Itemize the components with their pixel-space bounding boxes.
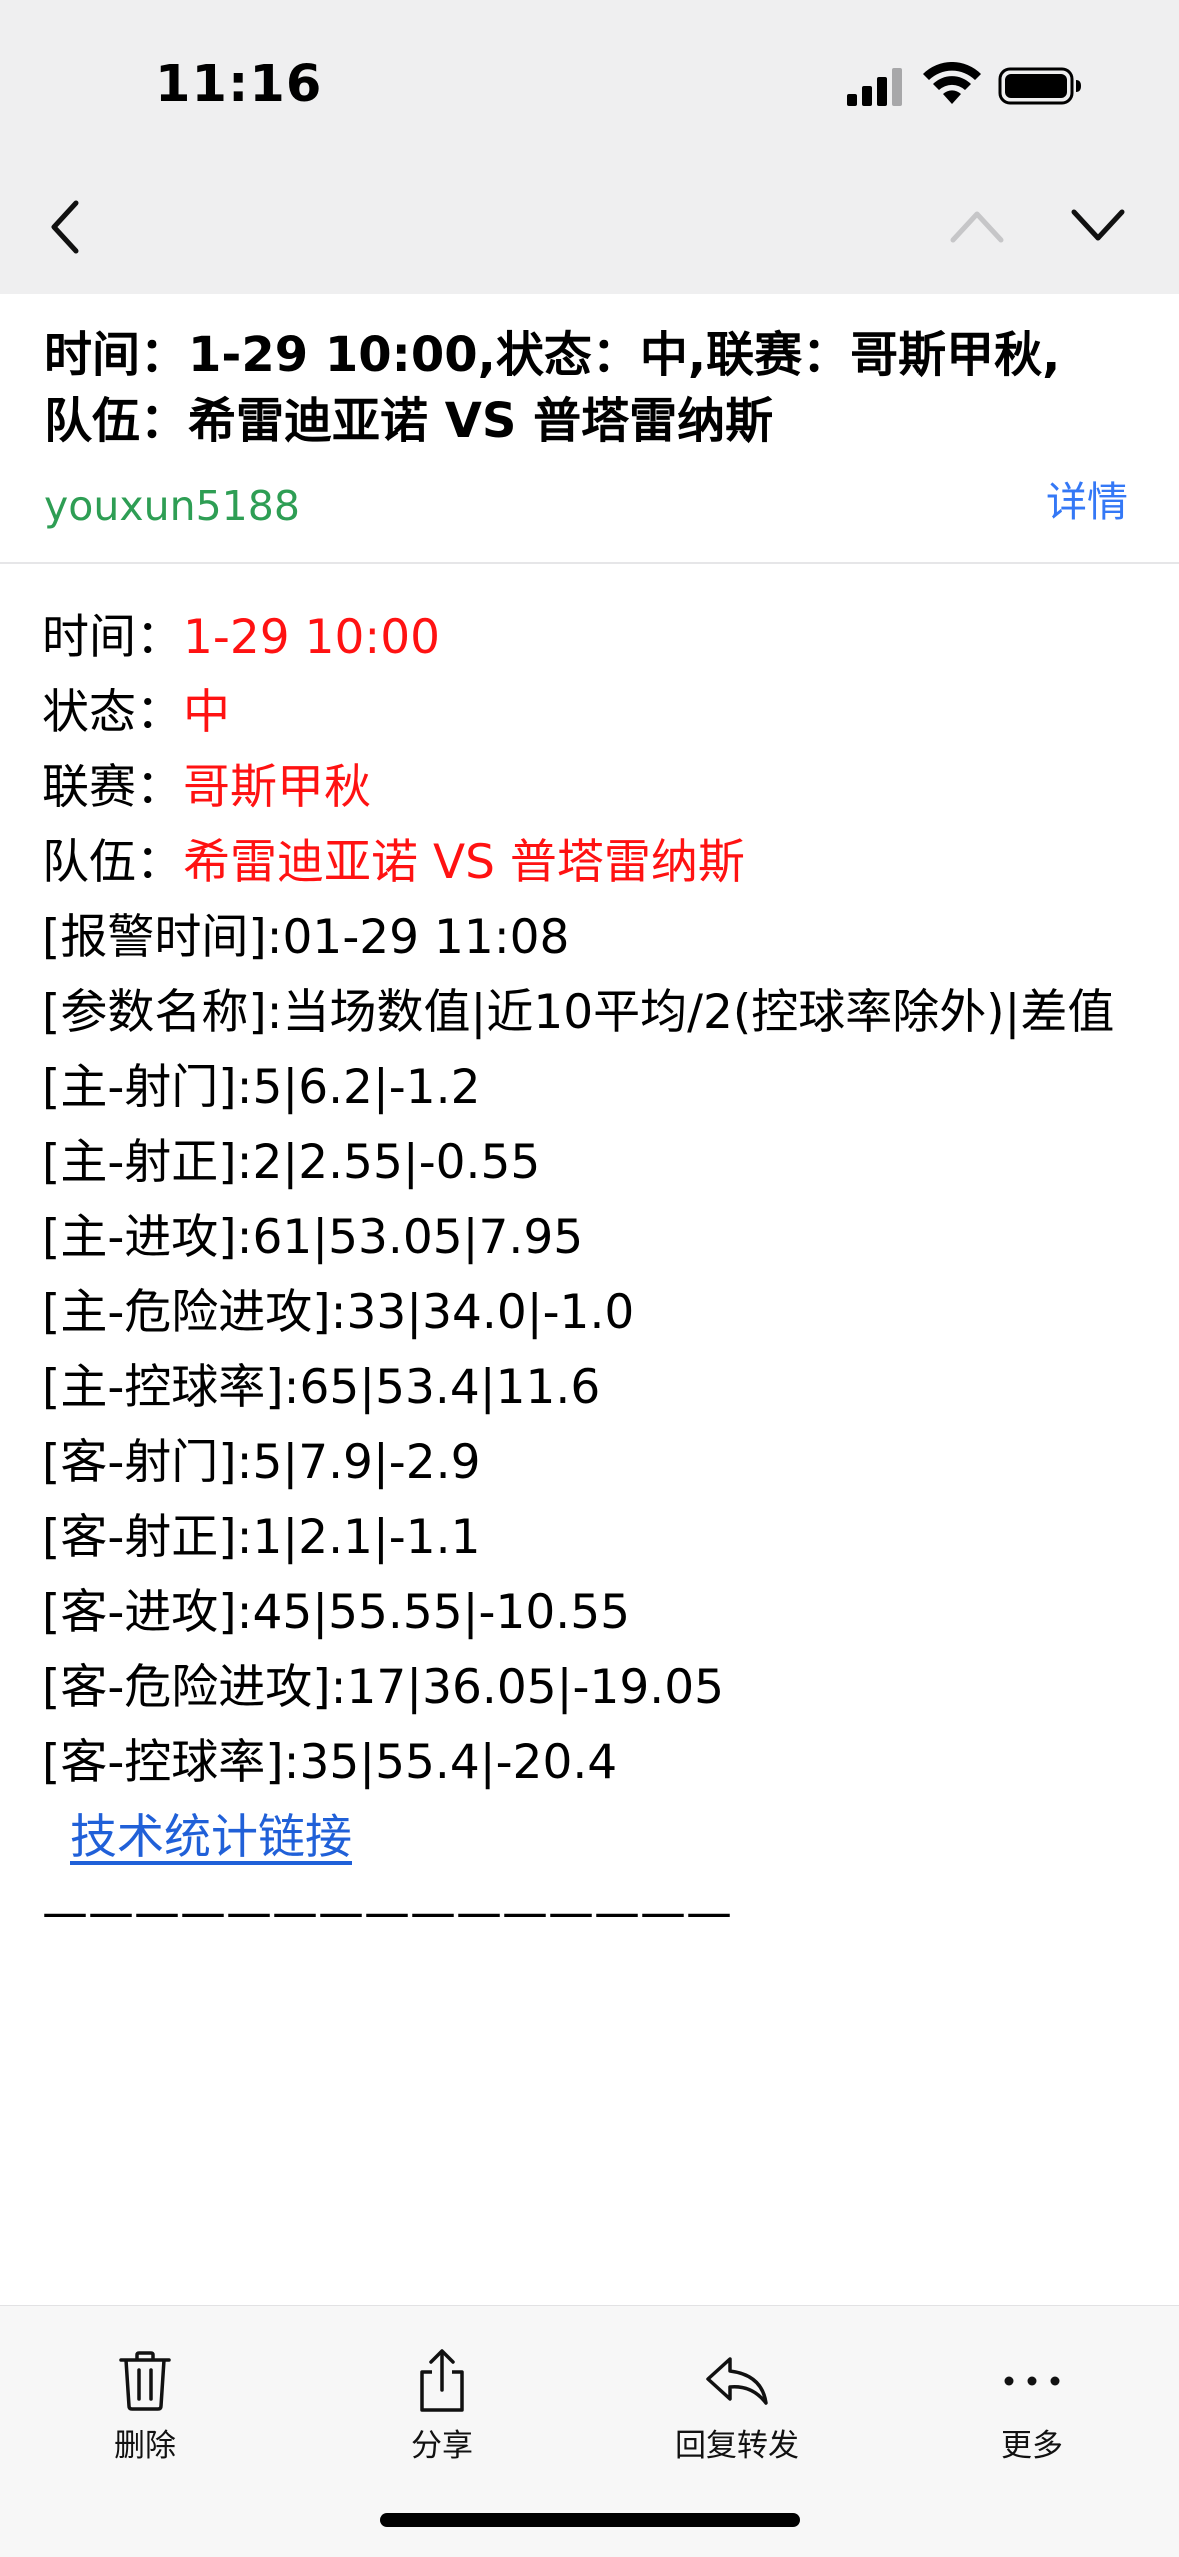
status-value: 中 bbox=[183, 685, 230, 740]
reply-forward-button[interactable]: 回复转发 bbox=[637, 2346, 837, 2466]
sender-name[interactable]: youxun5188 bbox=[44, 478, 300, 534]
stat-row: [主-射正]:2|2.55|-0.55 bbox=[42, 1135, 541, 1190]
status-label: 状态： bbox=[42, 685, 183, 740]
details-link[interactable]: 详情 bbox=[1046, 474, 1128, 530]
time-label: 时间： bbox=[42, 610, 183, 665]
more-label: 更多 bbox=[1001, 2428, 1063, 2464]
stat-row: [客-危险进攻]:17|36.05|-19.05 bbox=[42, 1660, 725, 1715]
next-email-button[interactable] bbox=[1066, 200, 1130, 250]
trash-icon bbox=[110, 2346, 180, 2416]
stat-row: [客-控球率]:35|55.4|-20.4 bbox=[42, 1735, 618, 1790]
share-button[interactable]: 分享 bbox=[342, 2346, 542, 2466]
share-label: 分享 bbox=[411, 2428, 473, 2464]
subject-line-2: 队伍：希雷迪亚诺 VS 普塔雷纳斯 bbox=[44, 393, 774, 449]
status-time: 11:16 bbox=[155, 55, 323, 114]
stat-row: [客-进攻]:45|55.55|-10.55 bbox=[42, 1585, 631, 1640]
separator-line: ——————————————— bbox=[42, 1885, 732, 1939]
time-value: 1-29 10:00 bbox=[183, 610, 441, 665]
chevron-down-icon bbox=[1071, 209, 1125, 241]
email-subject: 时间：1-29 10:00,状态：中,联赛：哥斯甲秋, 队伍：希雷迪亚诺 VS … bbox=[44, 322, 1154, 454]
cellular-signal-icon bbox=[847, 68, 902, 106]
email-body: 时间：1-29 10:00 状态：中 联赛：哥斯甲秋 队伍：希雷迪亚诺 VS 普… bbox=[42, 600, 1147, 1950]
home-indicator[interactable] bbox=[380, 2513, 800, 2527]
header-divider bbox=[0, 562, 1179, 564]
body-teams-row: 队伍：希雷迪亚诺 VS 普塔雷纳斯 bbox=[42, 825, 1147, 900]
share-icon bbox=[407, 2346, 477, 2416]
more-icon bbox=[997, 2346, 1067, 2416]
stat-row: [主-射门]:5|6.2|-1.2 bbox=[42, 1060, 481, 1115]
stat-row: [主-控球率]:65|53.4|11.6 bbox=[42, 1360, 601, 1415]
body-league-row: 联赛：哥斯甲秋 bbox=[42, 750, 1147, 825]
stats-link-row: 技术统计链接 bbox=[42, 1800, 1147, 1875]
chevron-left-icon bbox=[51, 200, 79, 254]
previous-email-button[interactable] bbox=[945, 200, 1009, 250]
delete-button[interactable]: 删除 bbox=[45, 2346, 245, 2466]
league-label: 联赛： bbox=[42, 760, 183, 815]
param-names-row: [参数名称]:当场数值|近10平均/2(控球率除外)|差值 bbox=[42, 985, 1115, 1040]
chevron-up-icon bbox=[950, 211, 1004, 243]
stat-row: [主-危险进攻]:33|34.0|-1.0 bbox=[42, 1285, 635, 1340]
top-bar: 11:16 bbox=[0, 0, 1179, 294]
delete-label: 删除 bbox=[114, 2428, 176, 2464]
league-value: 哥斯甲秋 bbox=[183, 760, 371, 815]
alarm-time-row: [报警时间]:01-29 11:08 bbox=[42, 910, 570, 965]
teams-value: 希雷迪亚诺 VS 普塔雷纳斯 bbox=[183, 835, 745, 890]
wifi-icon bbox=[923, 62, 981, 104]
stats-link[interactable]: 技术统计链接 bbox=[70, 1800, 352, 1875]
body-status-row: 状态：中 bbox=[42, 675, 1147, 750]
stat-row: [主-进攻]:61|53.05|7.95 bbox=[42, 1210, 584, 1265]
more-button[interactable]: 更多 bbox=[932, 2346, 1132, 2466]
back-button[interactable] bbox=[40, 195, 90, 259]
stat-row: [客-射正]:1|2.1|-1.1 bbox=[42, 1510, 481, 1565]
battery-icon bbox=[998, 67, 1081, 105]
subject-line-1: 时间：1-29 10:00,状态：中,联赛：哥斯甲秋, bbox=[44, 327, 1061, 383]
stat-row: [客-射门]:5|7.9|-2.9 bbox=[42, 1435, 481, 1490]
reply-icon bbox=[702, 2346, 772, 2416]
teams-label: 队伍： bbox=[42, 835, 183, 890]
reply-forward-label: 回复转发 bbox=[675, 2428, 799, 2464]
body-time-row: 时间：1-29 10:00 bbox=[42, 600, 1147, 675]
